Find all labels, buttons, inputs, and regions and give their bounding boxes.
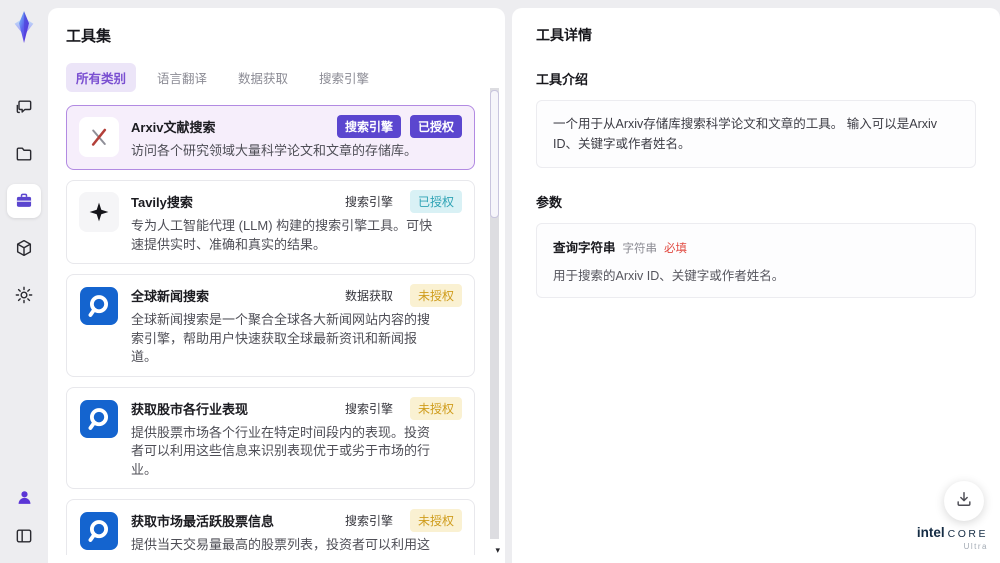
- sidebar-item-collapse-panel[interactable]: [9, 521, 39, 551]
- tool-card-body: 全球新闻搜索 数据获取 未授权全球新闻搜索是一个聚合全球各大新闻网站内容的搜索引擎，…: [131, 284, 462, 366]
- chat-icon: [14, 97, 34, 117]
- tool-category-badge: 搜索引擎: [336, 115, 401, 138]
- tool-badges: 搜索引擎 已授权: [337, 190, 462, 214]
- user-icon: [15, 488, 34, 507]
- scroll-down-arrow[interactable]: ▾: [495, 546, 500, 555]
- tool-card[interactable]: 全球新闻搜索 数据获取 未授权全球新闻搜索是一个聚合全球各大新闻网站内容的搜索引擎，…: [66, 274, 475, 377]
- stock-sector-logo-icon: [79, 399, 119, 439]
- tool-description: 提供股票市场各个行业在特定时间段内的表现。投资者可以利用这些信息来识别表现优于或…: [131, 424, 431, 477]
- cube-icon: [14, 238, 34, 258]
- list-scrollbar-track[interactable]: [490, 88, 499, 539]
- tool-name: 全球新闻搜索: [131, 289, 210, 305]
- intro-heading: 工具介绍: [536, 72, 589, 87]
- tool-card[interactable]: Tavily搜索 搜索引擎 已授权专为人工智能代理 (LLM) 构建的搜索引擎工具。…: [66, 180, 475, 265]
- tool-card-body: 获取股市各行业表现 搜索引擎 未授权提供股票市场各个行业在特定时间段内的表现。投资者…: [131, 396, 462, 479]
- panel-icon: [14, 526, 34, 546]
- tool-badges: 搜索引擎 未授权: [337, 396, 462, 420]
- param-type: 字符串: [622, 243, 658, 255]
- intel-wordmark: intel: [916, 525, 945, 541]
- tool-intro-text: 一个用于从Arxiv存储库搜索科学论文和文章的工具。 输入可以是Arxiv ID…: [536, 100, 976, 168]
- category-tabs: 所有类别 语言翻译 数据获取 搜索引擎: [66, 63, 505, 92]
- tool-card-body: 获取市场最活跃股票信息 搜索引擎 未授权提供当天交易量最高的股票列表，投资者可以利用…: [131, 509, 462, 555]
- tool-detail-panel: 工具详情 工具介绍 一个用于从Arxiv存储库搜索科学论文和文章的工具。 输入可…: [512, 8, 1000, 563]
- app-window: 工具集 所有类别 语言翻译 数据获取 搜索引擎 Arxiv文献搜索 搜索引擎 已授权 访问各…: [0, 0, 1000, 563]
- tool-auth-badge: 未授权: [409, 396, 462, 420]
- param-required-badge: 必填: [664, 243, 688, 255]
- param-name: 查询字符串: [553, 241, 616, 255]
- tool-card-header: Tavily搜索 搜索引擎 已授权: [131, 190, 462, 214]
- app-logo-icon[interactable]: [9, 10, 39, 44]
- intel-core-logo: intel CORE Ultra: [917, 526, 988, 551]
- tool-card-body: Tavily搜索 搜索引擎 已授权专为人工智能代理 (LLM) 构建的搜索引擎工具。…: [131, 190, 462, 254]
- tool-card-header: 获取市场最活跃股票信息 搜索引擎 未授权: [131, 509, 462, 533]
- tool-auth-badge: 未授权: [409, 509, 462, 533]
- sidebar-item-profile[interactable]: [9, 482, 39, 512]
- sidebar-bottom: [9, 482, 39, 551]
- sidebar-nav: [7, 90, 41, 312]
- param-header: 查询字符串 字符串 必填: [553, 237, 959, 256]
- tool-name: Tavily搜索: [131, 195, 193, 211]
- tool-description: 全球新闻搜索是一个聚合全球各大新闻网站内容的搜索引擎，帮助用户快速获取全球最新资…: [131, 312, 431, 365]
- sidebar-item-chat[interactable]: [7, 90, 41, 124]
- tool-description: 访问各个研究领域大量科学论文和文章的存储库。: [131, 143, 418, 158]
- tool-badges: 搜索引擎 已授权: [336, 115, 462, 138]
- tool-card[interactable]: 获取股市各行业表现 搜索引擎 未授权提供股票市场各个行业在特定时间段内的表现。投资者…: [66, 386, 475, 490]
- download-button[interactable]: [944, 481, 984, 521]
- brand-sub-label: Ultra: [963, 541, 988, 551]
- tool-card-header: 获取股市各行业表现 搜索引擎 未授权: [131, 396, 462, 420]
- tool-list: Arxiv文献搜索 搜索引擎 已授权 访问各个研究领域大量科学论文和文章的存储库。 Ta…: [66, 105, 505, 555]
- tab-所有类别[interactable]: 所有类别: [66, 63, 137, 92]
- briefcase-icon: [14, 191, 34, 211]
- tab-数据获取[interactable]: 数据获取: [228, 63, 298, 92]
- tool-category-badge: 搜索引擎: [344, 514, 393, 529]
- tool-list-panel: 工具集 所有类别 语言翻译 数据获取 搜索引擎 Arxiv文献搜索 搜索引擎 已授权 访问各…: [48, 8, 505, 563]
- tool-description: 提供当天交易量最高的股票列表，投资者可以利用这些信息来识别流动性强的股票和潜在的…: [131, 537, 431, 553]
- tavily-logo-icon: [79, 192, 119, 233]
- tab-语言翻译[interactable]: 语言翻译: [147, 63, 217, 92]
- sidebar-item-files[interactable]: [7, 137, 41, 171]
- tool-card-header: 全球新闻搜索 数据获取 未授权: [131, 284, 462, 308]
- tab-搜索引擎[interactable]: 搜索引擎: [309, 63, 379, 92]
- core-wordmark: CORE: [947, 528, 988, 541]
- sidebar-item-models[interactable]: [7, 231, 41, 265]
- tool-auth-badge: 已授权: [409, 190, 462, 214]
- folder-icon: [14, 144, 34, 164]
- params-heading: 参数: [536, 195, 563, 210]
- tool-description: 专为人工智能代理 (LLM) 构建的搜索引擎工具。可快速提供实时、准确和真实的结…: [131, 218, 433, 252]
- tool-card[interactable]: Arxiv文献搜索 搜索引擎 已授权访问各个研究领域大量科学论文和文章的存储库。: [66, 105, 475, 171]
- tool-card-header: Arxiv文献搜索 搜索引擎 已授权: [131, 115, 462, 138]
- param-item: 查询字符串 字符串 必填用于搜索的Arxiv ID、关键字或作者姓名。: [553, 237, 959, 284]
- tool-card[interactable]: 获取市场最活跃股票信息 搜索引擎 未授权提供当天交易量最高的股票列表，投资者可以利用…: [66, 499, 475, 555]
- tool-name: 获取股市各行业表现: [131, 401, 249, 417]
- app-sidebar: [0, 0, 48, 563]
- arxiv-logo-icon: [79, 117, 119, 157]
- page-title: 工具集: [66, 28, 112, 45]
- download-icon: [954, 489, 974, 514]
- gear-icon: [14, 285, 34, 305]
- list-scrollbar-thumb[interactable]: [490, 90, 499, 218]
- stock-active-logo-icon: [79, 511, 119, 551]
- tool-card-body: Arxiv文献搜索 搜索引擎 已授权访问各个研究领域大量科学论文和文章的存储库。: [131, 115, 462, 160]
- params-box: 查询字符串 字符串 必填用于搜索的Arxiv ID、关键字或作者姓名。: [536, 223, 976, 298]
- sidebar-item-settings[interactable]: [7, 278, 41, 312]
- detail-title: 工具详情: [536, 27, 592, 43]
- tool-auth-badge: 未授权: [409, 284, 462, 308]
- param-description: 用于搜索的Arxiv ID、关键字或作者姓名。: [553, 269, 785, 283]
- tool-category-badge: 搜索引擎: [344, 401, 393, 416]
- tool-name: 获取市场最活跃股票信息: [131, 514, 275, 530]
- tool-badges: 搜索引擎 未授权: [337, 509, 462, 533]
- news-globe-logo-icon: [79, 286, 119, 326]
- tool-category-badge: 搜索引擎: [344, 195, 393, 210]
- sidebar-item-tools[interactable]: [7, 184, 41, 218]
- tool-name: Arxiv文献搜索: [131, 120, 216, 135]
- tool-auth-badge: 已授权: [409, 115, 462, 138]
- tool-badges: 数据获取 未授权: [337, 284, 462, 308]
- tool-category-badge: 数据获取: [344, 289, 393, 304]
